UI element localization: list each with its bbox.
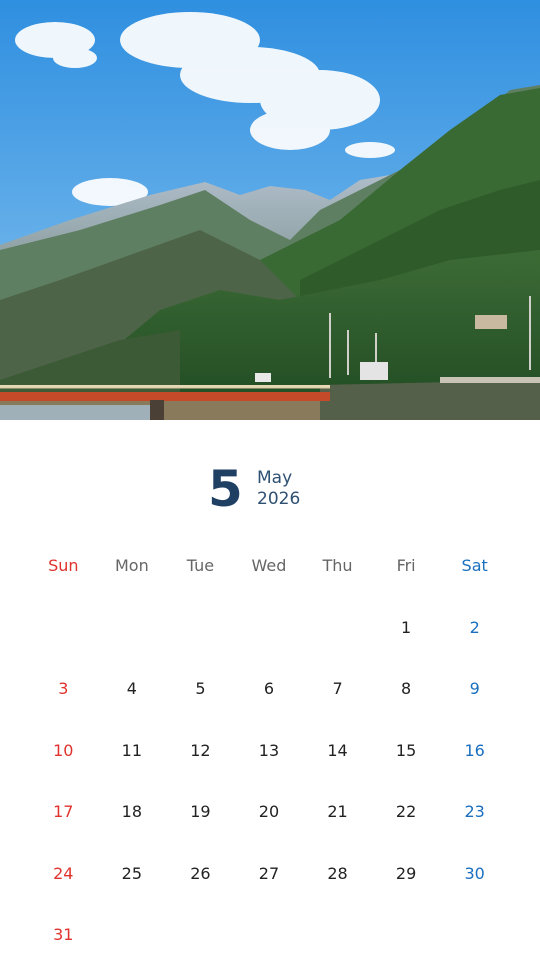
calendar-day[interactable]: 26 xyxy=(166,863,235,885)
calendar-day xyxy=(235,924,304,946)
calendar-day[interactable]: 9 xyxy=(440,678,509,700)
calendar-day[interactable]: 18 xyxy=(98,801,167,823)
week-row: 31 xyxy=(29,924,509,946)
calendar-day[interactable]: 10 xyxy=(29,740,98,762)
weekday-sun: Sun xyxy=(48,556,79,575)
calendar-day xyxy=(440,924,509,946)
weekday-header-row: Sun Mon Tue Wed Thu Fri Sat xyxy=(29,555,509,577)
calendar-day[interactable]: 27 xyxy=(235,863,304,885)
week-row: 24 25 26 27 28 29 30 xyxy=(29,863,509,885)
mountain-landscape-image xyxy=(0,0,540,420)
calendar-day[interactable]: 2 xyxy=(440,617,509,639)
calendar-day[interactable]: 6 xyxy=(235,678,304,700)
calendar-day[interactable]: 16 xyxy=(440,740,509,762)
calendar-day[interactable]: 20 xyxy=(235,801,304,823)
weekday-wed: Wed xyxy=(251,556,287,575)
month-number: 5 xyxy=(208,460,243,518)
weekday-sat: Sat xyxy=(461,556,488,575)
calendar-day xyxy=(29,617,98,639)
hero-photo xyxy=(0,0,540,420)
weekday-fri: Fri xyxy=(396,556,416,575)
calendar-day[interactable]: 31 xyxy=(29,924,98,946)
calendar-day[interactable]: 21 xyxy=(303,801,372,823)
calendar-day[interactable]: 8 xyxy=(372,678,441,700)
weekday-thu: Thu xyxy=(322,556,353,575)
calendar-day[interactable]: 23 xyxy=(440,801,509,823)
calendar-day[interactable]: 29 xyxy=(372,863,441,885)
calendar-day[interactable]: 17 xyxy=(29,801,98,823)
calendar-day xyxy=(166,924,235,946)
calendar-day[interactable]: 14 xyxy=(303,740,372,762)
calendar-day xyxy=(98,924,167,946)
week-row: 17 18 19 20 21 22 23 xyxy=(29,801,509,823)
week-row: 3 4 5 6 7 8 9 xyxy=(29,678,509,700)
month-header: 5 May 2026 xyxy=(0,458,540,528)
week-row: 1 2 xyxy=(29,617,509,639)
calendar-day xyxy=(235,617,304,639)
calendar-day[interactable]: 12 xyxy=(166,740,235,762)
calendar-day[interactable]: 11 xyxy=(98,740,167,762)
calendar-day[interactable]: 13 xyxy=(235,740,304,762)
calendar-day xyxy=(372,924,441,946)
calendar-day[interactable]: 24 xyxy=(29,863,98,885)
calendar-day xyxy=(303,924,372,946)
calendar-day xyxy=(98,617,167,639)
year-label: 2026 xyxy=(257,489,301,509)
calendar-day[interactable]: 3 xyxy=(29,678,98,700)
calendar-day[interactable]: 1 xyxy=(372,617,441,639)
month-name: May xyxy=(257,468,293,488)
calendar-day xyxy=(303,617,372,639)
calendar-day[interactable]: 30 xyxy=(440,863,509,885)
week-row: 10 11 12 13 14 15 16 xyxy=(29,740,509,762)
calendar-day[interactable]: 19 xyxy=(166,801,235,823)
calendar-day[interactable]: 28 xyxy=(303,863,372,885)
calendar-day[interactable]: 25 xyxy=(98,863,167,885)
weekday-tue: Tue xyxy=(186,556,215,575)
calendar-day xyxy=(166,617,235,639)
calendar-day[interactable]: 15 xyxy=(372,740,441,762)
calendar-day[interactable]: 5 xyxy=(166,678,235,700)
weekday-mon: Mon xyxy=(114,556,149,575)
calendar-day[interactable]: 7 xyxy=(303,678,372,700)
calendar-day[interactable]: 4 xyxy=(98,678,167,700)
calendar-day[interactable]: 22 xyxy=(372,801,441,823)
